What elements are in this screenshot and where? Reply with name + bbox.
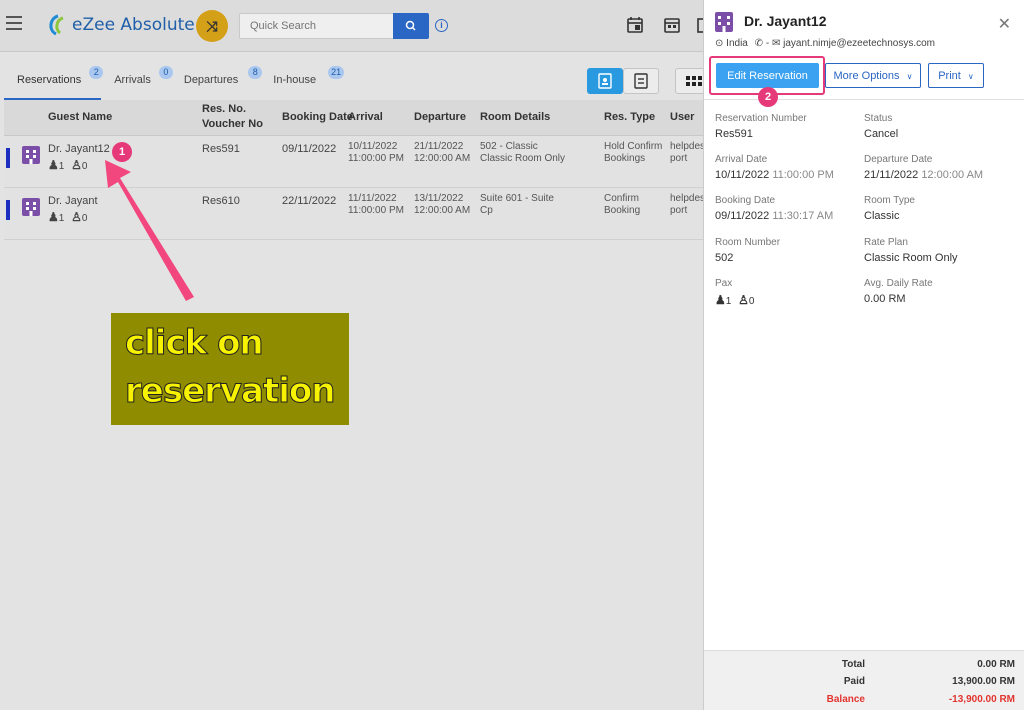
- annotation-arrow: [105, 160, 194, 301]
- room-number-value: 502: [715, 252, 734, 264]
- panel-header: Dr. Jayant12 ✕ ⊙ India ✆ - ✉ jayant.nimj…: [704, 0, 1024, 107]
- phone-icon: ✆: [754, 38, 764, 49]
- paid-label: Paid: [843, 676, 865, 687]
- pax-label: Pax: [715, 278, 733, 289]
- chevron-down-icon: ∨: [906, 71, 913, 81]
- print-button[interactable]: Print ∨: [928, 63, 984, 88]
- guest-email[interactable]: jayant.nimje@ezeetechnosys.com: [783, 38, 935, 49]
- reservation-detail-panel: Dr. Jayant12 ✕ ⊙ India ✆ - ✉ jayant.nimj…: [703, 0, 1024, 710]
- panel-guest-name: Dr. Jayant12: [744, 13, 827, 29]
- booking-date-label: Booking Date: [715, 195, 776, 206]
- departure-date-label: Departure Date: [864, 154, 933, 165]
- close-icon[interactable]: ✕: [998, 14, 1011, 34]
- rate-plan-value: Classic Room Only: [864, 252, 958, 264]
- child-icon: ♙: [738, 293, 749, 307]
- status-label: Status: [864, 113, 893, 124]
- res-number-label: Reservation Number: [715, 113, 807, 124]
- room-type-value: Classic: [864, 210, 900, 222]
- annotation-line-1: click on: [125, 323, 265, 364]
- guest-country: India: [726, 38, 748, 49]
- status-value: Cancel: [864, 128, 899, 140]
- location-icon: ⊙: [715, 38, 724, 49]
- total-label: Total: [841, 659, 865, 670]
- arrival-date-label: Arrival Date: [715, 154, 768, 165]
- rate-plan-label: Rate Plan: [864, 237, 908, 248]
- guest-phone: -: [765, 38, 770, 49]
- arrival-date-value: 10/11/2022 11:00:00 PM: [715, 169, 834, 181]
- booking-date-value: 09/11/2022 11:30:17 AM: [715, 210, 834, 222]
- step-marker-2: 2: [758, 87, 778, 107]
- annotation-line-2: reservation: [125, 371, 336, 412]
- annotation-box: click on reservation: [111, 313, 349, 425]
- adr-value: 0.00 RM: [864, 293, 906, 305]
- hotel-icon: [715, 12, 733, 32]
- adult-icon: ♟: [715, 293, 726, 307]
- room-type-label: Room Type: [864, 195, 915, 206]
- balance-label: Balance: [826, 694, 865, 705]
- balance-value: -13,900.00 RM: [948, 694, 1015, 705]
- total-value: 0.00 RM: [977, 659, 1015, 670]
- guest-contact: ⊙ India ✆ - ✉ jayant.nimje@ezeetechnosys…: [715, 38, 935, 49]
- step-marker-1: 1: [112, 142, 132, 162]
- departure-date-value: 21/11/2022 12:00:00 AM: [864, 169, 984, 181]
- room-number-label: Room Number: [715, 237, 781, 248]
- adr-label: Avg. Daily Rate: [864, 278, 933, 289]
- panel-footer-totals: Total 0.00 RM Paid 13,900.00 RM Balance …: [704, 650, 1024, 710]
- paid-value: 13,900.00 RM: [952, 676, 1015, 687]
- pax-value: ♟1 ♙0: [715, 293, 755, 307]
- edit-reservation-button[interactable]: Edit Reservation: [716, 63, 819, 88]
- email-icon: ✉: [771, 38, 781, 49]
- more-options-button[interactable]: More Options ∨: [825, 63, 921, 88]
- res-number-value: Res591: [715, 128, 753, 140]
- chevron-down-icon: ∨: [967, 71, 974, 81]
